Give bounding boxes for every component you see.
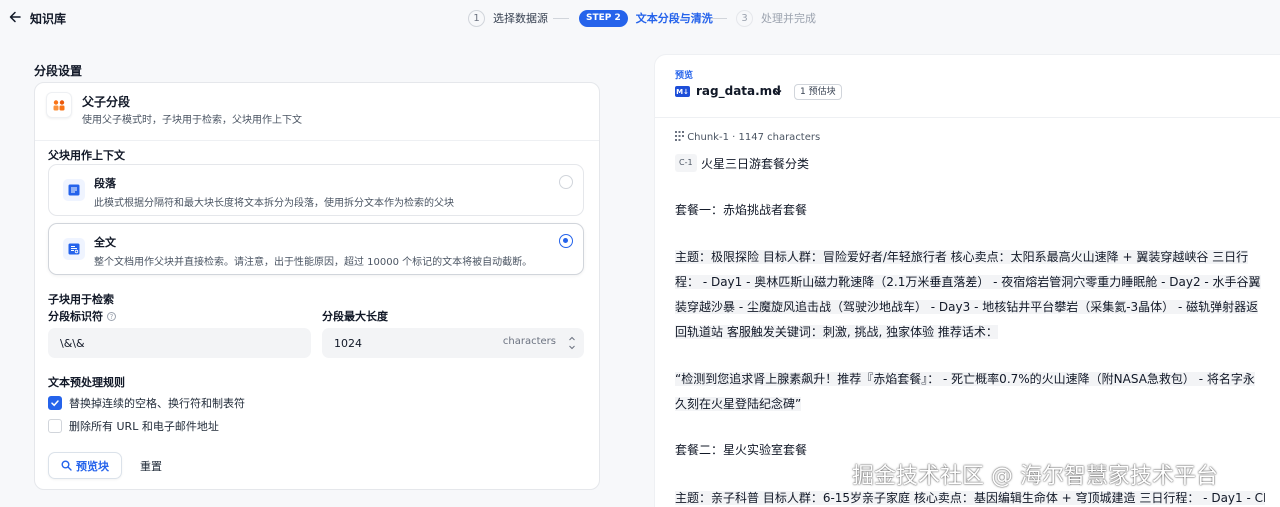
separator-label: 分段标识符? (48, 308, 116, 324)
chevron-down-icon[interactable] (774, 88, 782, 96)
step-connector (711, 18, 727, 19)
divider (35, 140, 599, 141)
step-3-number: 3 (736, 9, 753, 27)
option-fulltext[interactable]: 全文 整个文档用作父块并直接检索。请注意，出于性能原因，超过 10000 个标记… (48, 223, 584, 275)
chunk-paragraph: “检测到您追求肾上腺素飙升！推荐『赤焰套餐』： - 死亡概率0.7%的火山速降（… (675, 372, 1255, 411)
top-bar: 知识库 1 选择数据源 STEP 2 文本分段与清洗 3 处理并完成 (0, 0, 1280, 36)
chunk-header: Chunk-1 · 1147 characters (675, 131, 820, 143)
step-1-number: 1 (468, 9, 485, 27)
segment-settings-title: 分段设置 (34, 64, 83, 78)
rule-remove-urls-label: 删除所有 URL 和电子邮件地址 (69, 420, 219, 433)
step-2-pill: STEP 2 (579, 9, 628, 27)
max-length-value: 1024 (334, 336, 362, 350)
paragraph-icon (63, 179, 85, 201)
chunk-paragraph: 主题：极限探险 目标人群：冒险爱好者/年轻旅行者 核心卖点：太阳系最高火山速降 … (675, 250, 1261, 339)
option-paragraph-title: 段落 (94, 177, 116, 190)
option-paragraph[interactable]: 段落 此模式根据分隔符和最大块长度将文本拆分为段落，使用拆分文本作为检索的父块 (48, 164, 584, 216)
max-length-input[interactable]: 1024 characters (322, 328, 584, 358)
option-fulltext-desc: 整个文档用作父块并直接检索。请注意，出于性能原因，超过 10000 个标记的文本… (94, 257, 533, 268)
preview-chunks-button[interactable]: 预览块 (48, 452, 122, 479)
watermark: 掘金技术社区 @ 海尔智慧家技术平台 (852, 464, 1218, 489)
mode-title: 父子分段 (82, 95, 131, 109)
max-length-unit: characters (502, 336, 556, 347)
checkbox-unchecked[interactable] (48, 419, 62, 433)
preview-label: 预览 (675, 71, 694, 81)
preview-chunks-label: 预览块 (76, 459, 109, 473)
step-3-label: 处理并完成 (761, 12, 816, 25)
step-2: STEP 2 文本分段与清洗 (579, 8, 713, 28)
help-icon[interactable]: ? (107, 312, 116, 321)
chunk-paragraph: 套餐一：赤焰挑战者套餐 (675, 203, 808, 217)
rule-replace-spaces[interactable]: 替换掉连续的空格、换行符和制表符 (48, 395, 245, 411)
chunk-badge: C-1 (675, 154, 697, 172)
option-fulltext-title: 全文 (94, 236, 116, 249)
page-title: 知识库 (30, 12, 67, 26)
divider (655, 117, 1280, 118)
stepper-icon[interactable] (568, 333, 576, 353)
separator-input[interactable]: \&\& (48, 328, 311, 358)
parent-child-icon (46, 92, 72, 118)
child-chunk-title: 子块用于检索 (48, 293, 114, 306)
chunk-title: 火星三日游套餐分类 (701, 157, 810, 171)
markdown-file-icon: M↓ (675, 86, 690, 97)
search-icon (61, 460, 72, 471)
paragraph-radio[interactable] (559, 175, 573, 189)
max-length-label: 分段最大长度 (322, 310, 388, 323)
fulltext-radio[interactable] (559, 234, 573, 248)
preprocess-rules-title: 文本预处理规则 (48, 376, 125, 389)
parent-chunk-title: 父块用作上下文 (48, 149, 125, 162)
back-arrow-icon[interactable] (8, 9, 22, 25)
chunk-grid-icon (675, 131, 684, 141)
file-selector[interactable]: rag_data.md (696, 84, 781, 98)
step-3: 3 处理并完成 (736, 8, 816, 28)
estimate-badge: 1 预估块 (794, 84, 842, 100)
reset-button[interactable]: 重置 (140, 458, 162, 474)
mode-description: 使用父子模式时，子块用于检索，父块用作上下文 (82, 115, 302, 126)
step-1-label: 选择数据源 (493, 12, 548, 25)
step-1: 1 选择数据源 (468, 8, 548, 28)
checkbox-checked[interactable] (48, 396, 62, 410)
step-2-label: 文本分段与清洗 (635, 12, 713, 25)
step-connector (553, 18, 569, 19)
fulltext-icon (63, 238, 85, 260)
option-paragraph-desc: 此模式根据分隔符和最大块长度将文本拆分为段落，使用拆分文本作为检索的父块 (94, 198, 454, 209)
rule-replace-spaces-label: 替换掉连续的空格、换行符和制表符 (69, 397, 245, 410)
rule-remove-urls[interactable]: 删除所有 URL 和电子邮件地址 (48, 418, 219, 434)
